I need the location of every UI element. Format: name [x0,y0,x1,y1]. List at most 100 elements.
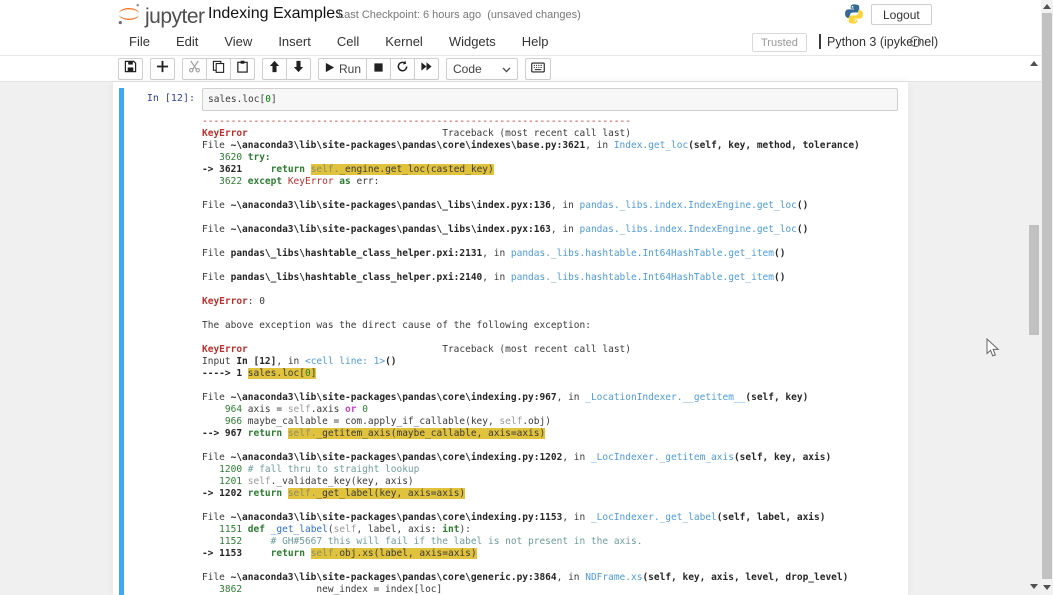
cell-input-editor[interactable]: sales.loc[0] [202,88,898,111]
traceback-line: 3862 new_index = index[loc] [202,584,443,595]
copy-icon [212,60,225,78]
jupyter-notebook-window: jupyter Indexing Examples Last Checkpoin… [0,0,1053,595]
cut-icon [188,60,201,78]
window-scroll-down-icon[interactable] [1043,585,1051,590]
traceback-line: The above exception was the direct cause… [202,320,591,331]
run-button-label: Run [339,62,362,76]
traceback-line: 1201 self._validate_key(key, axis) [202,476,414,487]
scroll-up-icon[interactable] [1030,61,1038,66]
traceback-line: -> 1202 return self._get_label(key, axis… [202,488,466,499]
save-button[interactable] [118,58,143,80]
copy-button[interactable] [206,58,231,80]
mouse-cursor [986,337,1000,363]
window-scrollbar[interactable] [1041,0,1053,595]
page-title[interactable]: Indexing Examples [208,5,343,23]
move-up-icon [268,60,281,78]
traceback-line: Input In [12], in <cell line: 1>() [202,356,397,367]
traceback-line: File ~\anaconda3\lib\site-packages\panda… [202,392,809,403]
traceback-line: 3620 try: [202,152,271,163]
keyboard-icon [531,60,545,78]
menu-item-file[interactable]: File [116,28,163,55]
menu-item-view[interactable]: View [211,28,265,55]
traceback-line: --> 967 return self._getitem_axis(maybe_… [202,428,546,439]
traceback-line: 964 axis = self.axis or 0 [202,404,368,415]
paste-icon [236,60,249,78]
input-prompt: In [12]: [146,93,195,104]
traceback-line: -> 3621 return self._engine.get_loc(cast… [202,164,494,175]
restart-icon [396,60,409,78]
traceback-line: File ~\anaconda3\lib\site-packages\panda… [202,572,849,583]
restart-run-all-button[interactable] [414,58,440,80]
menu-item-insert[interactable]: Insert [265,28,324,55]
traceback-line: File ~\anaconda3\lib\site-packages\panda… [202,200,809,211]
logout-button[interactable]: Logout [871,4,932,25]
traceback-line: 966 maybe_callable = com.apply_if_callab… [202,416,551,427]
jupyter-logo-text: jupyter [145,4,205,28]
window-scrollbar-thumb[interactable] [1042,13,1052,579]
traceback-line: File pandas\_libs\hashtable_class_helper… [202,248,786,259]
move-down-icon [292,60,305,78]
traceback: ----------------------------------------… [202,116,860,595]
traceback-line: ​ [202,500,860,512]
notebook-container: In [12]: sales.loc[0] ------------------… [113,82,908,595]
stop-icon [373,60,384,78]
notebook-scrollbar[interactable] [1028,56,1040,595]
traceback-line: ----> 1 sales.loc[0] [202,368,317,379]
kernel-separator [819,34,821,49]
interrupt-kernel-button[interactable] [366,58,392,80]
kernel-status-icon [910,36,921,47]
traceback-line: ​ [202,440,860,452]
paste-button[interactable] [230,58,255,80]
run-icon [324,60,335,78]
menu-item-cell[interactable]: Cell [324,28,372,55]
restart-run-all-icon [420,60,433,78]
menu-items: File Edit View Insert Cell Kernel Widgets Help [116,28,562,55]
add-cell-icon [156,60,169,78]
chevron-down-icon [502,62,511,76]
cell-type-select[interactable]: Code [446,58,519,80]
command-palette-button[interactable] [525,58,552,80]
traceback-line: ​ [202,260,860,272]
scroll-down-icon[interactable] [1030,584,1038,589]
menu-item-edit[interactable]: Edit [163,28,211,55]
traceback-line: ​ [202,284,860,296]
traceback-line: KeyError Traceback (most recent call las… [202,128,631,139]
python-logo-icon [843,3,865,30]
traceback-line: ​ [202,308,860,320]
traceback-line: File ~\anaconda3\lib\site-packages\panda… [202,452,832,463]
run-button[interactable]: Run [318,58,368,80]
traceback-line: -> 1153 return self.obj.xs(label, axis=a… [202,548,477,559]
menu-item-help[interactable]: Help [509,28,562,55]
traceback-line: File ~\anaconda3\lib\site-packages\panda… [202,512,826,523]
cut-button[interactable] [182,58,207,80]
move-cell-down-button[interactable] [286,58,311,80]
cell-input-code: sales.loc[0] [208,94,277,105]
save-icon [124,60,137,78]
traceback-line: KeyError: 0 [202,296,265,307]
trusted-badge[interactable]: Trusted [752,33,807,52]
traceback-line: ​ [202,212,860,224]
menu-item-widgets[interactable]: Widgets [436,28,509,55]
traceback-line: 3622 except KeyError as err: [202,176,380,187]
traceback-line: 1200 # fall thru to straight lookup [202,464,420,475]
selected-code-cell[interactable]: In [12]: sales.loc[0] ------------------… [119,88,903,595]
traceback-line: ​ [202,380,860,392]
traceback-line: File pandas\_libs\hashtable_class_helper… [202,272,786,283]
traceback-line: ​ [202,560,860,572]
menu-item-kernel[interactable]: Kernel [372,28,436,55]
traceback-line: ----------------------------------------… [202,116,631,127]
header: jupyter Indexing Examples Last Checkpoin… [0,0,1041,28]
traceback-line: 1152 # GH#5667 this will fail if the lab… [202,536,643,547]
traceback-line: ​ [202,236,860,248]
cell-type-value: Code [453,62,482,76]
restart-kernel-button[interactable] [390,58,416,80]
traceback-line: ​ [202,332,860,344]
traceback-line: KeyError Traceback (most recent call las… [202,344,631,355]
window-scroll-up-icon[interactable] [1043,4,1051,9]
traceback-line: File ~\anaconda3\lib\site-packages\panda… [202,224,809,235]
traceback-line: File ~\anaconda3\lib\site-packages\panda… [202,140,860,151]
move-cell-up-button[interactable] [262,58,287,80]
add-cell-button[interactable] [150,58,175,80]
notebook-scrollbar-thumb[interactable] [1029,225,1039,335]
menubar: File Edit View Insert Cell Kernel Widgets Help … [0,28,1041,56]
